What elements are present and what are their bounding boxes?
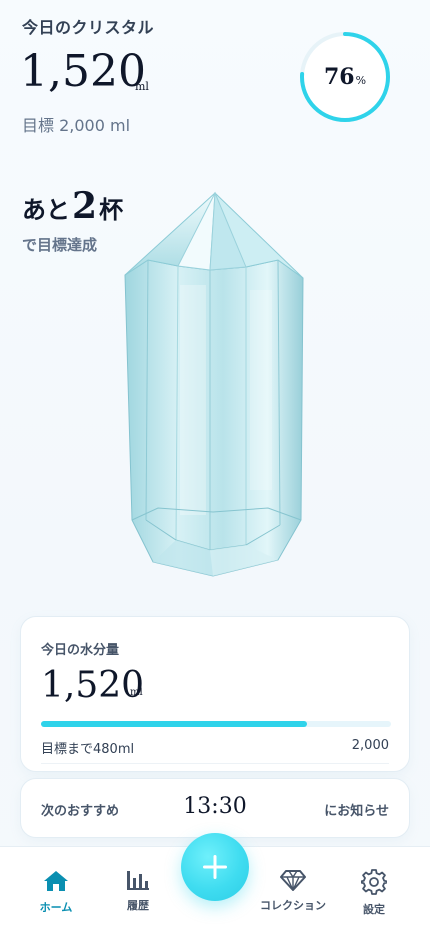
plus-icon <box>203 855 227 879</box>
divider <box>41 763 389 764</box>
recommendation-notify: にお知らせ <box>324 804 389 819</box>
remaining-subtitle: で目標達成 <box>22 236 98 254</box>
intake-progress-bar <box>41 721 391 727</box>
crystal-illustration <box>124 191 304 577</box>
nav-collection-label: コレクション <box>260 899 326 912</box>
nav-home[interactable]: ホーム <box>28 847 84 933</box>
intake-unit: ml <box>130 687 143 698</box>
gear-icon <box>361 869 387 895</box>
remaining-cups: あと 2 杯 <box>22 185 123 227</box>
water-intake-card: 今日の水分量 1,520 ml 目標まで480ml 2,000 <box>20 616 410 772</box>
goal-max: 2,000 <box>351 738 389 753</box>
intake-amount: 1,520 <box>41 665 145 706</box>
goal-text: 目標 2,000 ml <box>22 116 131 135</box>
remaining-to-goal: 目標まで480ml <box>41 742 135 757</box>
remaining-number: 2 <box>72 185 98 227</box>
today-amount: 1,520 <box>20 46 146 97</box>
progress-percent-value: 76 <box>323 64 355 90</box>
diamond-icon <box>280 870 306 891</box>
nav-collection[interactable]: コレクション <box>247 847 339 933</box>
nav-history[interactable]: 履歴 <box>110 847 166 933</box>
progress-percent: 76 % <box>298 30 392 124</box>
today-unit: ml <box>135 80 149 93</box>
remaining-prefix: あと <box>22 195 70 224</box>
progress-percent-sign: % <box>355 73 367 87</box>
intake-label: 今日の水分量 <box>41 643 120 658</box>
nav-home-label: ホーム <box>39 901 73 914</box>
home-icon <box>44 871 68 891</box>
bar-chart-icon <box>127 871 149 890</box>
nav-settings-label: 設定 <box>363 903 385 916</box>
intake-progress-fill <box>41 721 307 727</box>
page-title: 今日のクリスタル <box>22 18 155 37</box>
nav-history-label: 履歴 <box>127 899 149 912</box>
add-water-button[interactable] <box>181 833 249 901</box>
next-recommendation-card[interactable]: 次のおすすめ 13:30 にお知らせ <box>20 778 410 838</box>
nav-settings[interactable]: 設定 <box>346 847 402 933</box>
